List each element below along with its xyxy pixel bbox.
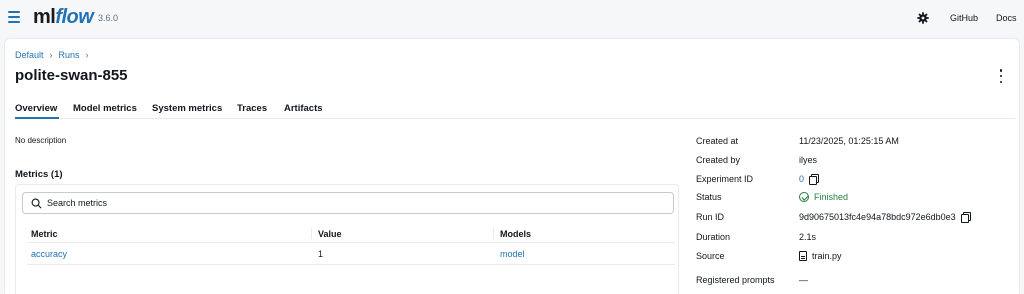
tab-bar: Overview Model metrics System metrics Tr… <box>15 99 1015 119</box>
detail-source: Source train.py <box>696 250 1016 264</box>
detail-value: 2.1s <box>799 232 817 242</box>
detail-label: Experiment ID <box>696 174 754 184</box>
tab-system-metrics[interactable]: System metrics <box>152 103 222 114</box>
breadcrumb-runs[interactable]: Runs <box>59 50 80 60</box>
table-header: Metric Value Models <box>27 225 675 243</box>
column-header-value[interactable]: Value <box>318 229 342 239</box>
breadcrumb-default[interactable]: Default <box>15 50 44 60</box>
version-label: 3.6.0 <box>98 13 119 23</box>
status-badge: Finished <box>814 192 849 202</box>
metrics-table-container: Metric Value Models accuracy 1 model <box>15 184 679 294</box>
active-tab-indicator <box>15 117 59 119</box>
tab-traces[interactable]: Traces <box>237 103 267 114</box>
detail-value: — <box>799 275 808 285</box>
detail-registered-prompts: Registered prompts — <box>696 274 1016 288</box>
detail-duration: Duration 2.1s <box>696 231 1016 245</box>
mlflow-logo[interactable]: mlflow <box>33 6 94 29</box>
table-row: accuracy 1 model <box>27 245 675 265</box>
copy-icon[interactable] <box>809 174 820 185</box>
run-page-panel: Default › Runs › polite-swan-855 Overvie… <box>4 38 1020 294</box>
metric-link[interactable]: accuracy <box>31 249 67 259</box>
tab-model-metrics[interactable]: Model metrics <box>73 103 137 114</box>
detail-label: Run ID <box>696 212 725 222</box>
search-icon <box>31 198 42 209</box>
detail-created-by: Created by ilyes <box>696 154 1016 168</box>
breadcrumb-separator: › <box>85 50 89 60</box>
detail-label: Registered prompts <box>696 275 775 285</box>
model-link[interactable]: model <box>500 249 525 259</box>
run-description: No description <box>15 136 67 145</box>
detail-created-at: Created at 11/23/2025, 01:25:15 AM <box>696 135 1016 149</box>
metrics-heading: Metrics (1) <box>15 169 63 180</box>
github-link[interactable]: GitHub <box>950 13 978 23</box>
breadcrumb-separator: › <box>49 50 53 60</box>
created-by-link[interactable]: ilyes <box>799 155 817 165</box>
copy-icon[interactable] <box>960 212 971 223</box>
detail-status: Status Finished <box>696 191 1016 205</box>
column-header-models[interactable]: Models <box>500 229 531 239</box>
detail-label: Duration <box>696 232 731 242</box>
column-header-metric[interactable]: Metric <box>31 229 58 239</box>
docs-link[interactable]: Docs <box>996 13 1017 23</box>
column-divider[interactable] <box>311 228 312 239</box>
source-value[interactable]: train.py <box>812 251 842 261</box>
breadcrumb: Default › Runs › <box>15 50 89 60</box>
detail-label: Status <box>696 192 722 202</box>
check-circle-icon <box>799 192 809 202</box>
top-bar: mlflow 3.6.0 GitHub Docs <box>0 0 1024 38</box>
logo-flow-text: flow <box>55 6 94 28</box>
gear-icon[interactable] <box>916 11 930 25</box>
logo-ml-text: ml <box>33 6 56 28</box>
file-icon <box>799 251 807 261</box>
page-title: polite-swan-855 <box>15 67 128 84</box>
tab-artifacts[interactable]: Artifacts <box>284 103 323 114</box>
detail-experiment-id: Experiment ID 0 <box>696 173 1016 187</box>
detail-label: Source <box>696 251 725 261</box>
menu-icon[interactable] <box>8 11 20 23</box>
detail-value: 11/23/2025, 01:25:15 AM <box>799 136 899 146</box>
experiment-id-link[interactable]: 0 <box>799 174 804 184</box>
metric-value: 1 <box>318 249 324 259</box>
more-options-icon[interactable] <box>998 69 1004 83</box>
detail-run-id: Run ID 9d90675013fc4e94a78bdc972e6db0e3 <box>696 211 1016 225</box>
search-metrics-input[interactable] <box>47 196 647 210</box>
tab-overview[interactable]: Overview <box>15 103 57 114</box>
run-id-value: 9d90675013fc4e94a78bdc972e6db0e3 <box>799 212 956 222</box>
detail-label: Created by <box>696 155 741 165</box>
column-divider[interactable] <box>493 228 494 239</box>
search-metrics-field[interactable] <box>22 192 674 214</box>
detail-label: Created at <box>696 136 739 146</box>
